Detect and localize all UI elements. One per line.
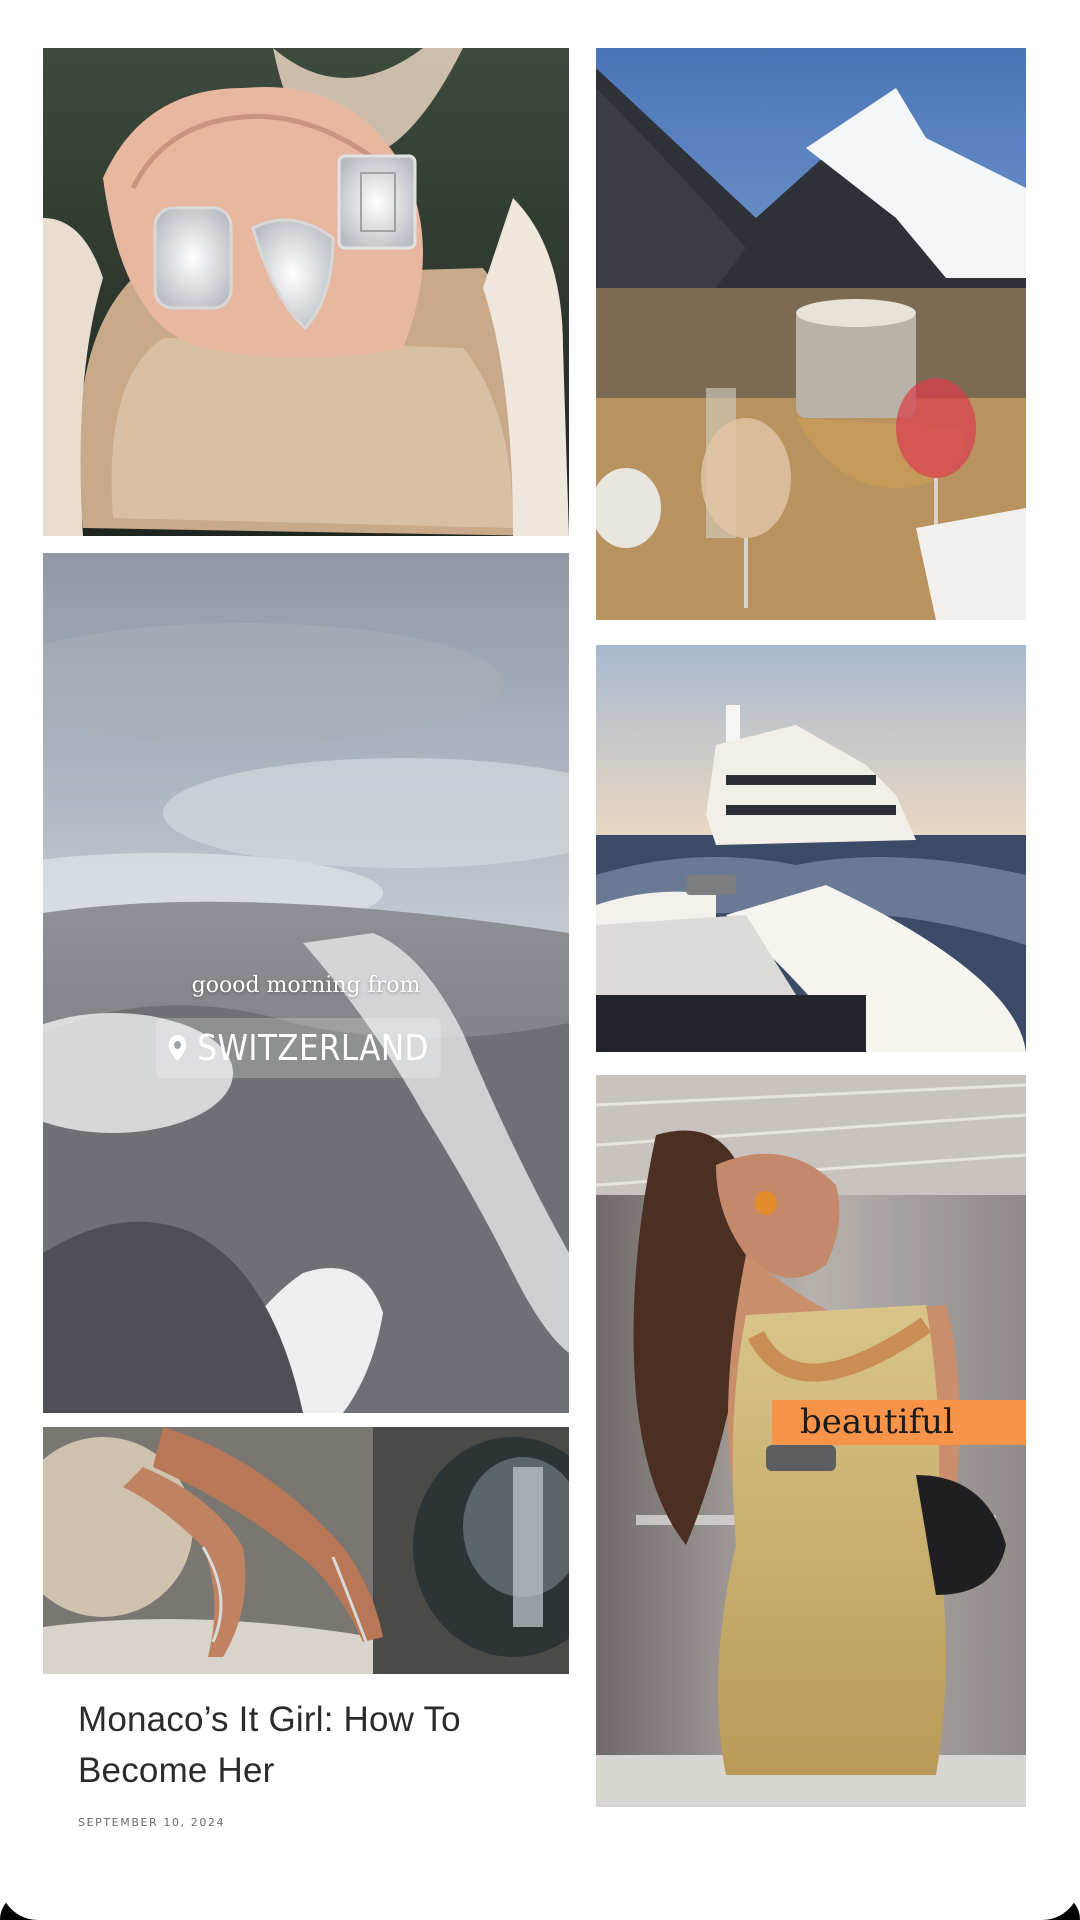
matterhorn-table-photo[interactable]	[596, 48, 1026, 620]
post-date: SEPTEMBER 10, 2024	[78, 1816, 226, 1829]
screen-bottom-edge	[0, 1892, 1080, 1920]
gold-dress-photo[interactable]: beautiful	[596, 1075, 1026, 1807]
post-card-text: Monaco’s It Girl: How To Become Her SEPT…	[43, 1690, 569, 1829]
yacht-photo[interactable]	[596, 645, 1026, 1052]
page: { "gallery": { "images": [ {"name": "rin…	[0, 0, 1080, 1920]
rings-photo[interactable]	[43, 48, 569, 536]
greeting-overlay-text: goood morning from	[191, 973, 421, 998]
beautiful-text-sticker: beautiful	[772, 1400, 1026, 1445]
location-pin-icon	[168, 1035, 187, 1061]
location-sticker-label: SWITZERLAND	[197, 1027, 429, 1069]
switzerland-photo[interactable]: goood morning from SWITZERLAND	[43, 553, 569, 1413]
post-title-link[interactable]: Monaco’s It Girl: How To Become Her	[78, 1694, 534, 1796]
location-sticker: SWITZERLAND	[156, 1018, 441, 1078]
legs-heels-photo[interactable]	[43, 1427, 569, 1674]
